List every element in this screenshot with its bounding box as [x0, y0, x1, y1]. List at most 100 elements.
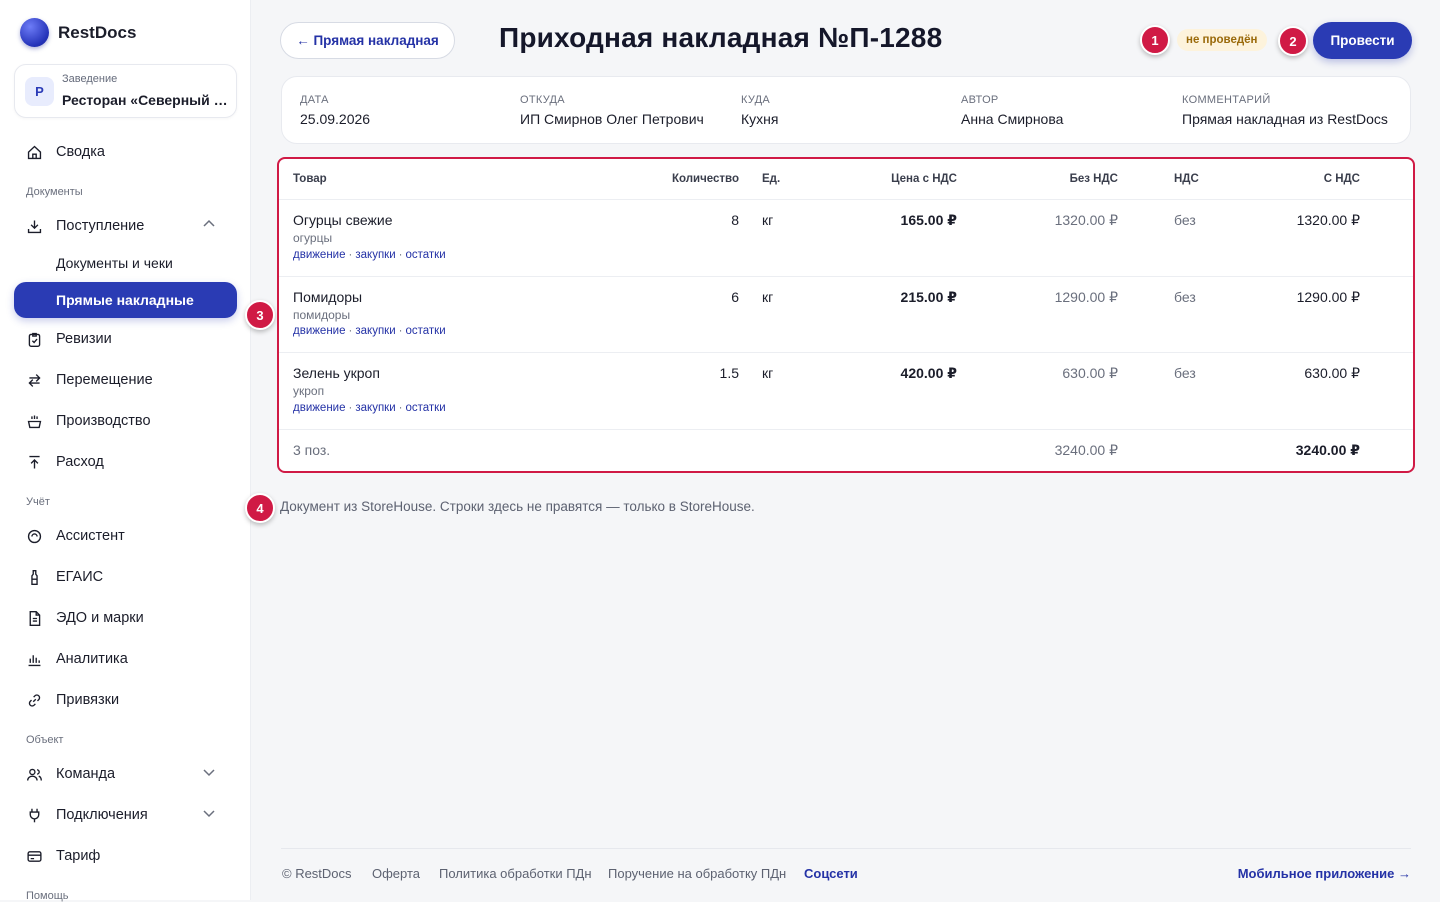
- item-unit: кг: [762, 289, 774, 305]
- purchases-link[interactable]: закупки: [355, 325, 395, 337]
- sidebar-item-label: Производство: [56, 413, 151, 429]
- item-net: 1290.00 ₽: [1054, 289, 1118, 305]
- post-button[interactable]: Провести: [1313, 22, 1412, 59]
- total-gross: 3240.00 ₽: [1295, 442, 1360, 458]
- meta-date: ДАТА 25.09.2026: [300, 94, 370, 127]
- storehouse-note: Документ из StoreHouse. Строки здесь не …: [280, 499, 755, 514]
- section-accounting: Учёт: [26, 496, 50, 508]
- item-links: движение · закупки · остатки: [293, 402, 446, 414]
- sidebar-item-label: Аналитика: [56, 651, 128, 667]
- item-links: движение · закупки · остатки: [293, 325, 446, 337]
- sidebar-item-label: Расход: [56, 454, 104, 470]
- total-net: 3240.00 ₽: [1054, 442, 1118, 458]
- column-header-item: Товар: [293, 173, 327, 185]
- movement-link[interactable]: движение: [293, 325, 346, 337]
- item-gross: 630.00 ₽: [1304, 365, 1360, 381]
- meta-from: ОТКУДА ИП Смирнов Олег Петрович: [520, 94, 704, 127]
- footer-instruction-link[interactable]: Поручение на обработку ПДн: [608, 866, 786, 881]
- column-header-qty: Количество: [671, 173, 739, 185]
- plug-icon: [29, 808, 40, 822]
- sidebar-item-egais[interactable]: ЕГАИС: [14, 560, 237, 594]
- meta-value: Кухня: [741, 111, 779, 127]
- purchases-link[interactable]: закупки: [355, 249, 395, 261]
- arrows-swap-icon: [28, 373, 41, 387]
- app-logo[interactable]: RestDocs: [20, 18, 136, 47]
- sidebar-item-docs-and-checks[interactable]: Документы и чеки: [14, 245, 237, 281]
- chevron-down-icon[interactable]: [202, 765, 216, 779]
- footer-copyright: © RestDocs: [282, 866, 352, 881]
- item-alias: огурцы: [293, 231, 333, 245]
- table-row[interactable]: Помидоры помидоры движение · закупки · остат…: [279, 276, 1413, 353]
- meta-to: КУДА Кухня: [741, 94, 778, 127]
- column-header-net: Без НДС: [1069, 173, 1118, 185]
- item-qty: 8: [731, 212, 739, 228]
- item-gross: 1290.00 ₽: [1296, 289, 1360, 305]
- meta-value: Анна Смирнова: [961, 111, 1064, 127]
- sidebar-item-tariff[interactable]: Тариф: [14, 839, 237, 873]
- item-vat: без: [1174, 365, 1196, 381]
- movement-link[interactable]: движение: [293, 402, 346, 414]
- table-row[interactable]: Огурцы свежие огурцы движение · закупки · ос…: [279, 199, 1413, 276]
- sidebar-item-team[interactable]: Команда: [14, 757, 237, 791]
- sidebar-item-assistant[interactable]: Ассистент: [14, 519, 237, 553]
- item-net: 1320.00 ₽: [1054, 212, 1118, 228]
- sidebar-item-edo[interactable]: ЭДО и марки: [14, 601, 237, 635]
- chevron-up-icon[interactable]: [202, 217, 216, 231]
- sidebar-item-expense[interactable]: Расход: [14, 445, 237, 479]
- sidebar-item-connections[interactable]: Подключения: [14, 798, 237, 832]
- stock-link[interactable]: остатки: [405, 325, 445, 337]
- meta-label: АВТОР: [961, 94, 999, 106]
- link-icon: [28, 693, 41, 707]
- sidebar-item-label: Тариф: [56, 848, 101, 864]
- footer-social-link[interactable]: Соцсети: [804, 866, 858, 881]
- back-button[interactable]: ← Прямая накладная: [280, 22, 455, 59]
- item-vat: без: [1174, 289, 1196, 305]
- app-name: RestDocs: [58, 22, 137, 42]
- link-separator: ·: [348, 249, 353, 261]
- stock-link[interactable]: остатки: [405, 402, 445, 414]
- sidebar-item-direct-invoices[interactable]: Прямые накладные: [14, 282, 237, 318]
- sidebar-item-label: Привязки: [56, 692, 120, 708]
- sidebar-item-receipts[interactable]: Поступление: [14, 209, 237, 243]
- sidebar-item-label: ЭДО и марки: [56, 610, 144, 626]
- sidebar-item-label: Ассистент: [56, 528, 125, 544]
- column-header-unit: Ед.: [762, 173, 781, 185]
- users-icon: [27, 768, 42, 781]
- document-icon: [29, 610, 41, 626]
- credit-card-icon: [27, 850, 42, 862]
- logo-icon: [20, 18, 49, 47]
- venue-selector[interactable]: Р Заведение Ресторан «Северный ветер»: [14, 64, 237, 118]
- sidebar-item-transfer[interactable]: Перемещение: [14, 363, 237, 397]
- total-count: 3 поз.: [293, 442, 331, 458]
- page-title: Приходная накладная №П-1288: [499, 22, 943, 53]
- sidebar-item-summary[interactable]: Сводка: [14, 135, 237, 169]
- purchases-link[interactable]: закупки: [355, 402, 395, 414]
- item-vat: без: [1174, 212, 1196, 228]
- link-separator: ·: [398, 325, 403, 337]
- item-name: Зелень укроп: [293, 365, 380, 381]
- download-icon: [27, 220, 42, 233]
- footer-offer-link[interactable]: Оферта: [372, 866, 420, 881]
- sidebar-item-label: ЕГАИС: [56, 569, 104, 585]
- chevron-down-icon[interactable]: [202, 806, 216, 820]
- sidebar-item-revisions[interactable]: Ревизии: [14, 322, 237, 356]
- venue-avatar: Р: [25, 77, 54, 106]
- footer-privacy-link[interactable]: Политика обработки ПДн: [439, 866, 592, 881]
- meta-value: ИП Смирнов Олег Петрович: [520, 111, 704, 127]
- sidebar-item-analytics[interactable]: Аналитика: [14, 642, 237, 676]
- bar-chart-icon: [28, 654, 41, 666]
- meta-value: 25.09.2026: [300, 111, 371, 127]
- sidebar-item-bindings[interactable]: Привязки: [14, 683, 237, 717]
- main-content: ← Прямая накладная Приходная накладная №…: [252, 0, 1440, 900]
- sidebar-item-production[interactable]: Производство: [14, 404, 237, 438]
- pot-icon: [27, 415, 42, 428]
- venue-caption: Заведение: [62, 73, 118, 85]
- table-row[interactable]: Зелень укроп укроп движение · закупки · оста…: [279, 352, 1413, 429]
- footer-mobile-app-link[interactable]: Мобильное приложение →: [1238, 866, 1411, 881]
- section-help: Помощь: [26, 890, 69, 902]
- sidebar-item-label: Сводка: [56, 144, 105, 160]
- item-net: 630.00 ₽: [1062, 365, 1118, 381]
- item-unit: кг: [762, 212, 774, 228]
- stock-link[interactable]: остатки: [405, 249, 445, 261]
- movement-link[interactable]: движение: [293, 249, 346, 261]
